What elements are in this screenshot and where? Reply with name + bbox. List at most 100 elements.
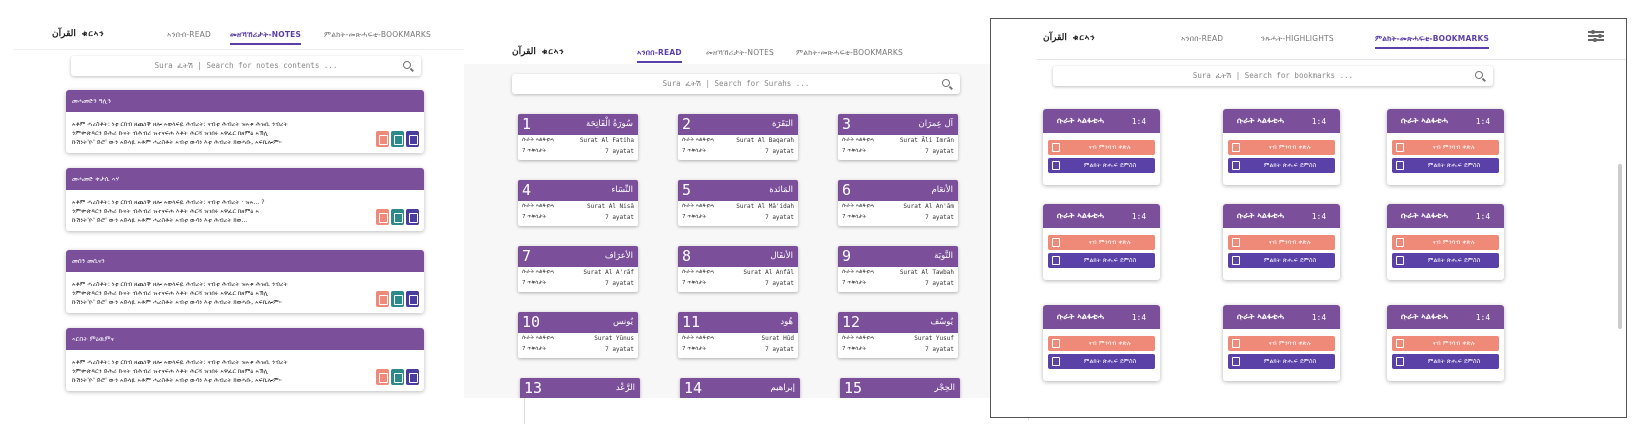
tab-read[interactable]: ኣንበብ-READ	[167, 27, 211, 43]
delete-note-icon[interactable]	[376, 209, 389, 225]
surah-search-input[interactable]: Sura ፈትሽ | Search for Surahs ...	[512, 74, 960, 94]
surah-card[interactable]: 15الحِجْرሱራት ኣልፋቲሓ7 ጥቅሳታት7 ayatat	[840, 378, 960, 398]
tab-notes[interactable]: መዘኻኸሪታት-NOTES	[230, 27, 302, 45]
brand-ethiopic: ቁርኣን	[1072, 33, 1096, 42]
remove-bookmark-button[interactable]: ምልክት ጽሑፍ ደምስስ	[1228, 158, 1335, 173]
bookmark-icon	[1232, 357, 1240, 366]
delete-note-icon[interactable]	[376, 369, 389, 385]
search-icon[interactable]	[942, 79, 950, 87]
surah-card[interactable]: 14إبراهيمሱራት ኣልፋቲሓ7 ጥቅሳታት7 ayatat	[680, 378, 800, 398]
surah-header: 13 الرَّعْد	[520, 378, 640, 398]
delete-note-icon[interactable]	[376, 131, 389, 147]
note-card[interactable]: መሓመድን ዓሊን ኣቶም ሓረስቶት: ነቲ ርክብ ዘጨነቕ ዘሎ ኣወላፍ…	[66, 90, 424, 153]
bookmark-ref: 1:4	[1311, 116, 1327, 126]
bookmark-ref: 1:4	[1131, 312, 1147, 322]
surah-latin-name: Surat Al Nisā	[587, 203, 634, 210]
tab-notes[interactable]: መዘኻኸሪታት-NOTES	[706, 45, 774, 61]
brand-logo[interactable]: القرآن ቁርኣን	[512, 47, 565, 57]
note-card[interactable]: መሓመድ ቀታሲ ኣሃ ኣቶም ሓረስቶት: ነቲ ርክብ ዘጨነቕ ዘሎ ኣወ…	[66, 168, 424, 231]
continue-reading-button[interactable]: ናብ ምንባብ ቀጽሉ	[1048, 140, 1155, 155]
remove-bookmark-button[interactable]: ምልክት ጽሑፍ ደምስስ	[1392, 354, 1499, 369]
surah-card[interactable]: 10 يُونس ሱራት ኣልፋቲሓ Surat Yūnus 7 ጥቅሳታት 7 ayat…	[518, 312, 638, 358]
brand-ethiopic: ቁርኣን	[541, 47, 565, 56]
book-icon	[1232, 339, 1240, 348]
note-actions	[376, 131, 419, 147]
continue-reading-button[interactable]: ናብ ምንባብ ቀጽሉ	[1392, 336, 1499, 351]
continue-reading-button[interactable]: ናብ ምንባብ ቀጽሉ	[1392, 140, 1499, 155]
surah-header: 12 يُوسُف	[838, 312, 958, 333]
bookmark-card[interactable]: ሱራት ኣልፋቲሓ 1:4 ናብ ምንባብ ቀጽሉ ምልክት ጽሑፍ ደምስስ	[1043, 305, 1160, 381]
surah-card[interactable]: 7 الأعرَاف ሱራት ኣልፋቲሓ Surat Al A'rāf 7 ጥቅሳታት 7…	[518, 246, 638, 292]
brand-logo[interactable]: القرآن ቁርኣን	[1043, 33, 1096, 43]
note-card[interactable]: ኣርበት ምዕዉምና ኣቶም ሓረስቶት: ነቲ ርክብ ዘጨነቕ ዘሎ ኣወላ…	[66, 328, 424, 391]
tab-bookmarks[interactable]: ምልክት-መጽሓፍቲ-BOOKMARKS	[1375, 31, 1490, 49]
surah-card[interactable]: 2 البَقَرَة ሱራት ኣልፋቲሓ Surat Al Baqarah 7 ጥቅሳ…	[678, 114, 798, 160]
surah-card[interactable]: 6 الأنعَام ሱራት ኣልፋቲሓ Surat Al An'ām 7 ጥቅሳታት 7…	[838, 180, 958, 226]
filter-icon[interactable]	[1588, 29, 1604, 43]
surah-card[interactable]: 5 المَائدة ሱራት ኣልፋቲሓ Surat Al Mā'idah 7 ጥቅሳታ…	[678, 180, 798, 226]
bookmark-card[interactable]: ሱራት ኣልፋቲሓ 1:4 ናብ ምንባብ ቀጽሉ ምልክት ጽሑፍ ደምስስ	[1043, 109, 1160, 185]
continue-reading-label: ናብ ምንባብ ቀጽሉ	[1268, 238, 1312, 246]
remove-bookmark-label: ምልክት ጽሑፍ ደምስስ	[1263, 161, 1317, 169]
continue-reading-label: ናብ ምንባብ ቀጽሉ	[1088, 339, 1132, 347]
remove-bookmark-label: ምልክት ጽሑፍ ደምስስ	[1083, 256, 1137, 264]
surah-tigrinya-label: ሱራት ኣልፋቲሓ	[522, 335, 555, 341]
edit-note-icon[interactable]	[391, 369, 404, 385]
tab-bookmarks[interactable]: ምልክት-መጽሓፍቲ-BOOKMARKS	[796, 45, 903, 61]
bookmark-card[interactable]: ሱራት ኣልፋቲሓ 1:4 ናብ ምንባብ ቀጽሉ ምልክት ጽሑፍ ደምስስ	[1387, 204, 1504, 280]
tab-highlights[interactable]: ንጹሓት-HIGHLIGHTS	[1261, 31, 1334, 47]
remove-bookmark-button[interactable]: ምልክት ጽሑፍ ደምስስ	[1048, 354, 1155, 369]
open-note-icon[interactable]	[406, 131, 419, 147]
bookmark-card[interactable]: ሱራት ኣልፋቲሓ 1:4 ናብ ምንባብ ቀጽሉ ምልክት ጽሑፍ ደምስስ	[1387, 109, 1504, 185]
surah-ayat-row: 7 ጥቅሳታት 7 ayatat	[838, 278, 958, 289]
note-body: ኣቶም ሓረስቶት: ነቲ ርክብ ዘጨነቕ ዘሎ ኣወላፍዪ ሕብረት: ናብ…	[66, 272, 424, 313]
search-icon[interactable]	[1475, 71, 1483, 79]
surah-card[interactable]: 3 آل عِمرَان ሱራት ኣልፋቲሓ Surat Āli Imrān 7 ጥቅሳ…	[838, 114, 958, 160]
surah-card[interactable]: 13الرَّعْدሱራት ኣልፋቲሓ7 ጥቅሳታት7 ayatat	[520, 378, 640, 398]
continue-reading-button[interactable]: ናብ ምንባብ ቀጽሉ	[1228, 336, 1335, 351]
continue-reading-button[interactable]: ናብ ምንባብ ቀጽሉ	[1228, 140, 1335, 155]
search-icon[interactable]	[403, 61, 411, 69]
surah-arabic-name: سُورَةُ الْفَاتِحَة	[585, 119, 633, 129]
surah-tigrinya-label: ሱራት ኣልፋቲሓ	[522, 203, 555, 209]
brand-logo[interactable]: القرآن ቁርኣን	[52, 29, 105, 39]
remove-bookmark-button[interactable]: ምልክት ጽሑፍ ደምስስ	[1392, 158, 1499, 173]
remove-bookmark-button[interactable]: ምልክት ጽሑፍ ደምስስ	[1228, 253, 1335, 268]
bookmark-card[interactable]: ሱራት ኣልፋቲሓ 1:4 ናብ ምንባብ ቀጽሉ ምልክት ጽሑፍ ደምስስ	[1223, 109, 1340, 185]
tab-bookmarks[interactable]: ምልክት-መጽሓፍቲ-BOOKMARKS	[324, 27, 431, 43]
remove-bookmark-button[interactable]: ምልክት ጽሑፍ ደምስስ	[1228, 354, 1335, 369]
surah-card[interactable]: 1 سُورَةُ الْفَاتِحَة ሱራት ኣልፋቲሓ Surat Al Fa…	[518, 114, 638, 160]
continue-reading-button[interactable]: ናብ ምንባብ ቀጽሉ	[1048, 235, 1155, 250]
edit-note-icon[interactable]	[391, 209, 404, 225]
open-note-icon[interactable]	[406, 291, 419, 307]
edit-note-icon[interactable]	[391, 131, 404, 147]
surah-name-row: ሱራት ኣልፋቲሓ Surat Al Tawbah	[838, 267, 958, 278]
continue-reading-button[interactable]: ናብ ምንባብ ቀጽሉ	[1228, 235, 1335, 250]
remove-bookmark-button[interactable]: ምልክት ጽሑፍ ደምስስ	[1392, 253, 1499, 268]
surah-card[interactable]: 11 هُود ሱራት ኣልፋቲሓ Surat Hūd 7 ጥቅሳታት 7 ayatat	[678, 312, 798, 358]
continue-reading-button[interactable]: ናብ ምንባብ ቀጽሉ	[1048, 336, 1155, 351]
open-note-icon[interactable]	[406, 369, 419, 385]
bookmark-card[interactable]: ሱራት ኣልፋቲሓ 1:4 ናብ ምንባብ ቀጽሉ ምልክት ጽሑፍ ደምስስ	[1387, 305, 1504, 381]
edit-note-icon[interactable]	[391, 291, 404, 307]
surah-card[interactable]: 4 النِّسَاء ሱራት ኣልፋቲሓ Surat Al Nisā 7 ጥቅሳታት 7…	[518, 180, 638, 226]
bookmarks-search-input[interactable]: Sura ፈትሽ | Search for bookmarks ...	[1053, 66, 1493, 86]
tab-read[interactable]: ኣንበበ-READ	[637, 45, 682, 63]
bookmark-card[interactable]: ሱራት ኣልፋቲሓ 1:4 ናብ ምንባብ ቀጽሉ ምልክት ጽሑፍ ደምስስ	[1223, 204, 1340, 280]
bookmark-card[interactable]: ሱራት ኣልፋቲሓ 1:4 ናብ ምንባብ ቀጽሉ ምልክት ጽሑፍ ደምስስ	[1043, 204, 1160, 280]
bookmark-card[interactable]: ሱራት ኣልፋቲሓ 1:4 ናብ ምንባብ ቀጽሉ ምልክት ጽሑፍ ደምስስ	[1223, 305, 1340, 381]
delete-note-icon[interactable]	[376, 291, 389, 307]
surah-card[interactable]: 8 الأنفَال ሱራት ኣልፋቲሓ Surat Al Anfāl 7 ጥቅሳታት 7…	[678, 246, 798, 292]
surah-card[interactable]: 12 يُوسُف ሱራት ኣልፋቲሓ Surat Yusuf 7 ጥቅሳታት 7 aya…	[838, 312, 958, 358]
surah-card[interactable]: 9 التَّوبَة ሱራት ኣልፋቲሓ Surat Al Tawbah 7 ጥቅሳታ…	[838, 246, 958, 292]
scrollbar-thumb[interactable]	[1618, 164, 1622, 329]
note-card[interactable]: መሰን መሲናን ኣቶም ሓረስቶት: ነቲ ርክብ ዘጨነቕ ዘሎ ኣወላፍዪ…	[66, 250, 424, 313]
notes-search-input[interactable]: Sura ፈትሽ | Search for notes contents ...	[71, 56, 421, 76]
remove-bookmark-button[interactable]: ምልክት ጽሑፍ ደምስስ	[1048, 158, 1155, 173]
open-note-icon[interactable]	[406, 209, 419, 225]
bookmark-surah-title: ሱራት ኣልፋቲሓ	[1236, 211, 1284, 220]
tab-read[interactable]: ኣንበበ-READ	[1181, 31, 1223, 47]
continue-reading-button[interactable]: ናብ ምንባብ ቀጽሉ	[1392, 235, 1499, 250]
surah-header: 2 البَقَرَة	[678, 114, 798, 135]
remove-bookmark-button[interactable]: ምልክት ጽሑፍ ደምስስ	[1048, 253, 1155, 268]
